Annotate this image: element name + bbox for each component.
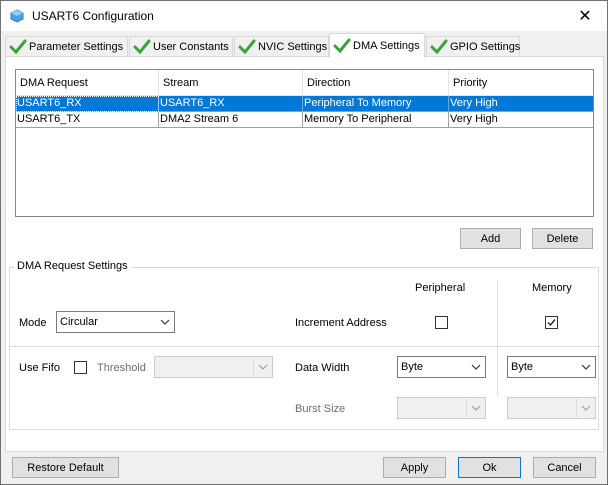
tab-dma-settings[interactable]: DMA Settings — [329, 33, 425, 58]
column-header-stream[interactable]: Stream — [159, 70, 303, 96]
dialog-footer: Restore Default Apply Ok Cancel — [1, 452, 607, 484]
green-check-icon — [333, 38, 351, 54]
green-check-icon — [238, 39, 256, 55]
window-title: USART6 Configuration — [32, 9, 154, 23]
increment-address-label: Increment Address — [295, 317, 387, 329]
row-divider — [10, 346, 600, 347]
peripheral-data-width-value: Byte — [401, 361, 424, 373]
mode-label: Mode — [19, 317, 47, 329]
dma-settings-panel: DMA Request Stream Direction Priority US… — [5, 56, 604, 452]
chevron-down-icon — [581, 364, 591, 370]
title-bar: USART6 Configuration ✕ — [1, 1, 607, 31]
tab-user-constants[interactable]: User Constants — [129, 36, 233, 57]
dialog-window: USART6 Configuration ✕ Parameter Setting… — [0, 0, 608, 485]
add-button[interactable]: Add — [460, 228, 521, 249]
table-cell: USART6_TX — [16, 112, 159, 128]
column-divider — [497, 281, 498, 396]
restore-default-button[interactable]: Restore Default — [12, 457, 119, 478]
group-title: DMA Request Settings — [14, 260, 131, 272]
use-fifo-checkbox[interactable] — [74, 361, 87, 374]
tab-strip: Parameter Settings User Constants NVIC S… — [5, 33, 605, 58]
tab-gpio-settings[interactable]: GPIO Settings — [426, 36, 520, 57]
checkmark-icon — [547, 319, 556, 327]
memory-increment-checkbox[interactable] — [545, 316, 558, 329]
cube-app-icon — [10, 9, 24, 23]
chevron-down-icon — [581, 405, 591, 411]
green-check-icon — [430, 39, 448, 55]
mode-select[interactable]: Circular — [56, 311, 175, 333]
delete-button[interactable]: Delete — [532, 228, 593, 249]
table-row[interactable]: USART6_TX DMA2 Stream 6 Memory To Periph… — [16, 112, 593, 128]
table-cell: Very High — [449, 112, 593, 128]
table-cell: USART6_RX — [16, 96, 159, 112]
memory-burst-size-select[interactable] — [507, 397, 596, 419]
chevron-down-icon — [471, 405, 481, 411]
table-cell: Peripheral To Memory — [303, 96, 449, 112]
use-fifo-label: Use Fifo — [19, 362, 60, 374]
column-header-dma-request[interactable]: DMA Request — [16, 70, 159, 96]
close-icon: ✕ — [578, 8, 592, 25]
threshold-label: Threshold — [97, 362, 146, 374]
mode-value: Circular — [60, 316, 98, 328]
memory-data-width-value: Byte — [511, 361, 534, 373]
tab-nvic-settings[interactable]: NVIC Settings — [234, 36, 329, 57]
dma-request-settings-group: DMA Request Settings Peripheral Memory M… — [9, 260, 600, 430]
table-cell: Memory To Peripheral — [303, 112, 449, 128]
ok-button[interactable]: Ok — [458, 457, 521, 478]
table-header: DMA Request Stream Direction Priority — [16, 70, 593, 96]
column-header-direction[interactable]: Direction — [303, 70, 449, 96]
green-check-icon — [133, 39, 151, 55]
close-button[interactable]: ✕ — [563, 1, 607, 31]
peripheral-header: Peripheral — [415, 282, 466, 294]
chevron-down-icon — [160, 319, 170, 325]
peripheral-increment-checkbox[interactable] — [435, 316, 448, 329]
tab-parameter-settings[interactable]: Parameter Settings — [5, 36, 128, 57]
dma-request-table[interactable]: DMA Request Stream Direction Priority US… — [15, 69, 594, 217]
threshold-select[interactable] — [154, 356, 273, 378]
table-row[interactable]: USART6_RX USART6_RX Peripheral To Memory… — [16, 96, 593, 112]
data-width-label: Data Width — [295, 362, 350, 374]
column-header-priority[interactable]: Priority — [449, 70, 593, 96]
peripheral-burst-size-select[interactable] — [397, 397, 486, 419]
cancel-button[interactable]: Cancel — [533, 457, 596, 478]
memory-data-width-select[interactable]: Byte — [507, 356, 596, 378]
memory-header: Memory — [532, 282, 572, 294]
chevron-down-icon — [258, 364, 268, 370]
peripheral-data-width-select[interactable]: Byte — [397, 356, 486, 378]
green-check-icon — [9, 39, 27, 55]
apply-button[interactable]: Apply — [383, 457, 446, 478]
table-cell: Very High — [449, 96, 593, 112]
burst-size-label: Burst Size — [295, 403, 346, 415]
table-cell: USART6_RX — [159, 96, 303, 112]
chevron-down-icon — [471, 364, 481, 370]
table-cell: DMA2 Stream 6 — [159, 112, 303, 128]
